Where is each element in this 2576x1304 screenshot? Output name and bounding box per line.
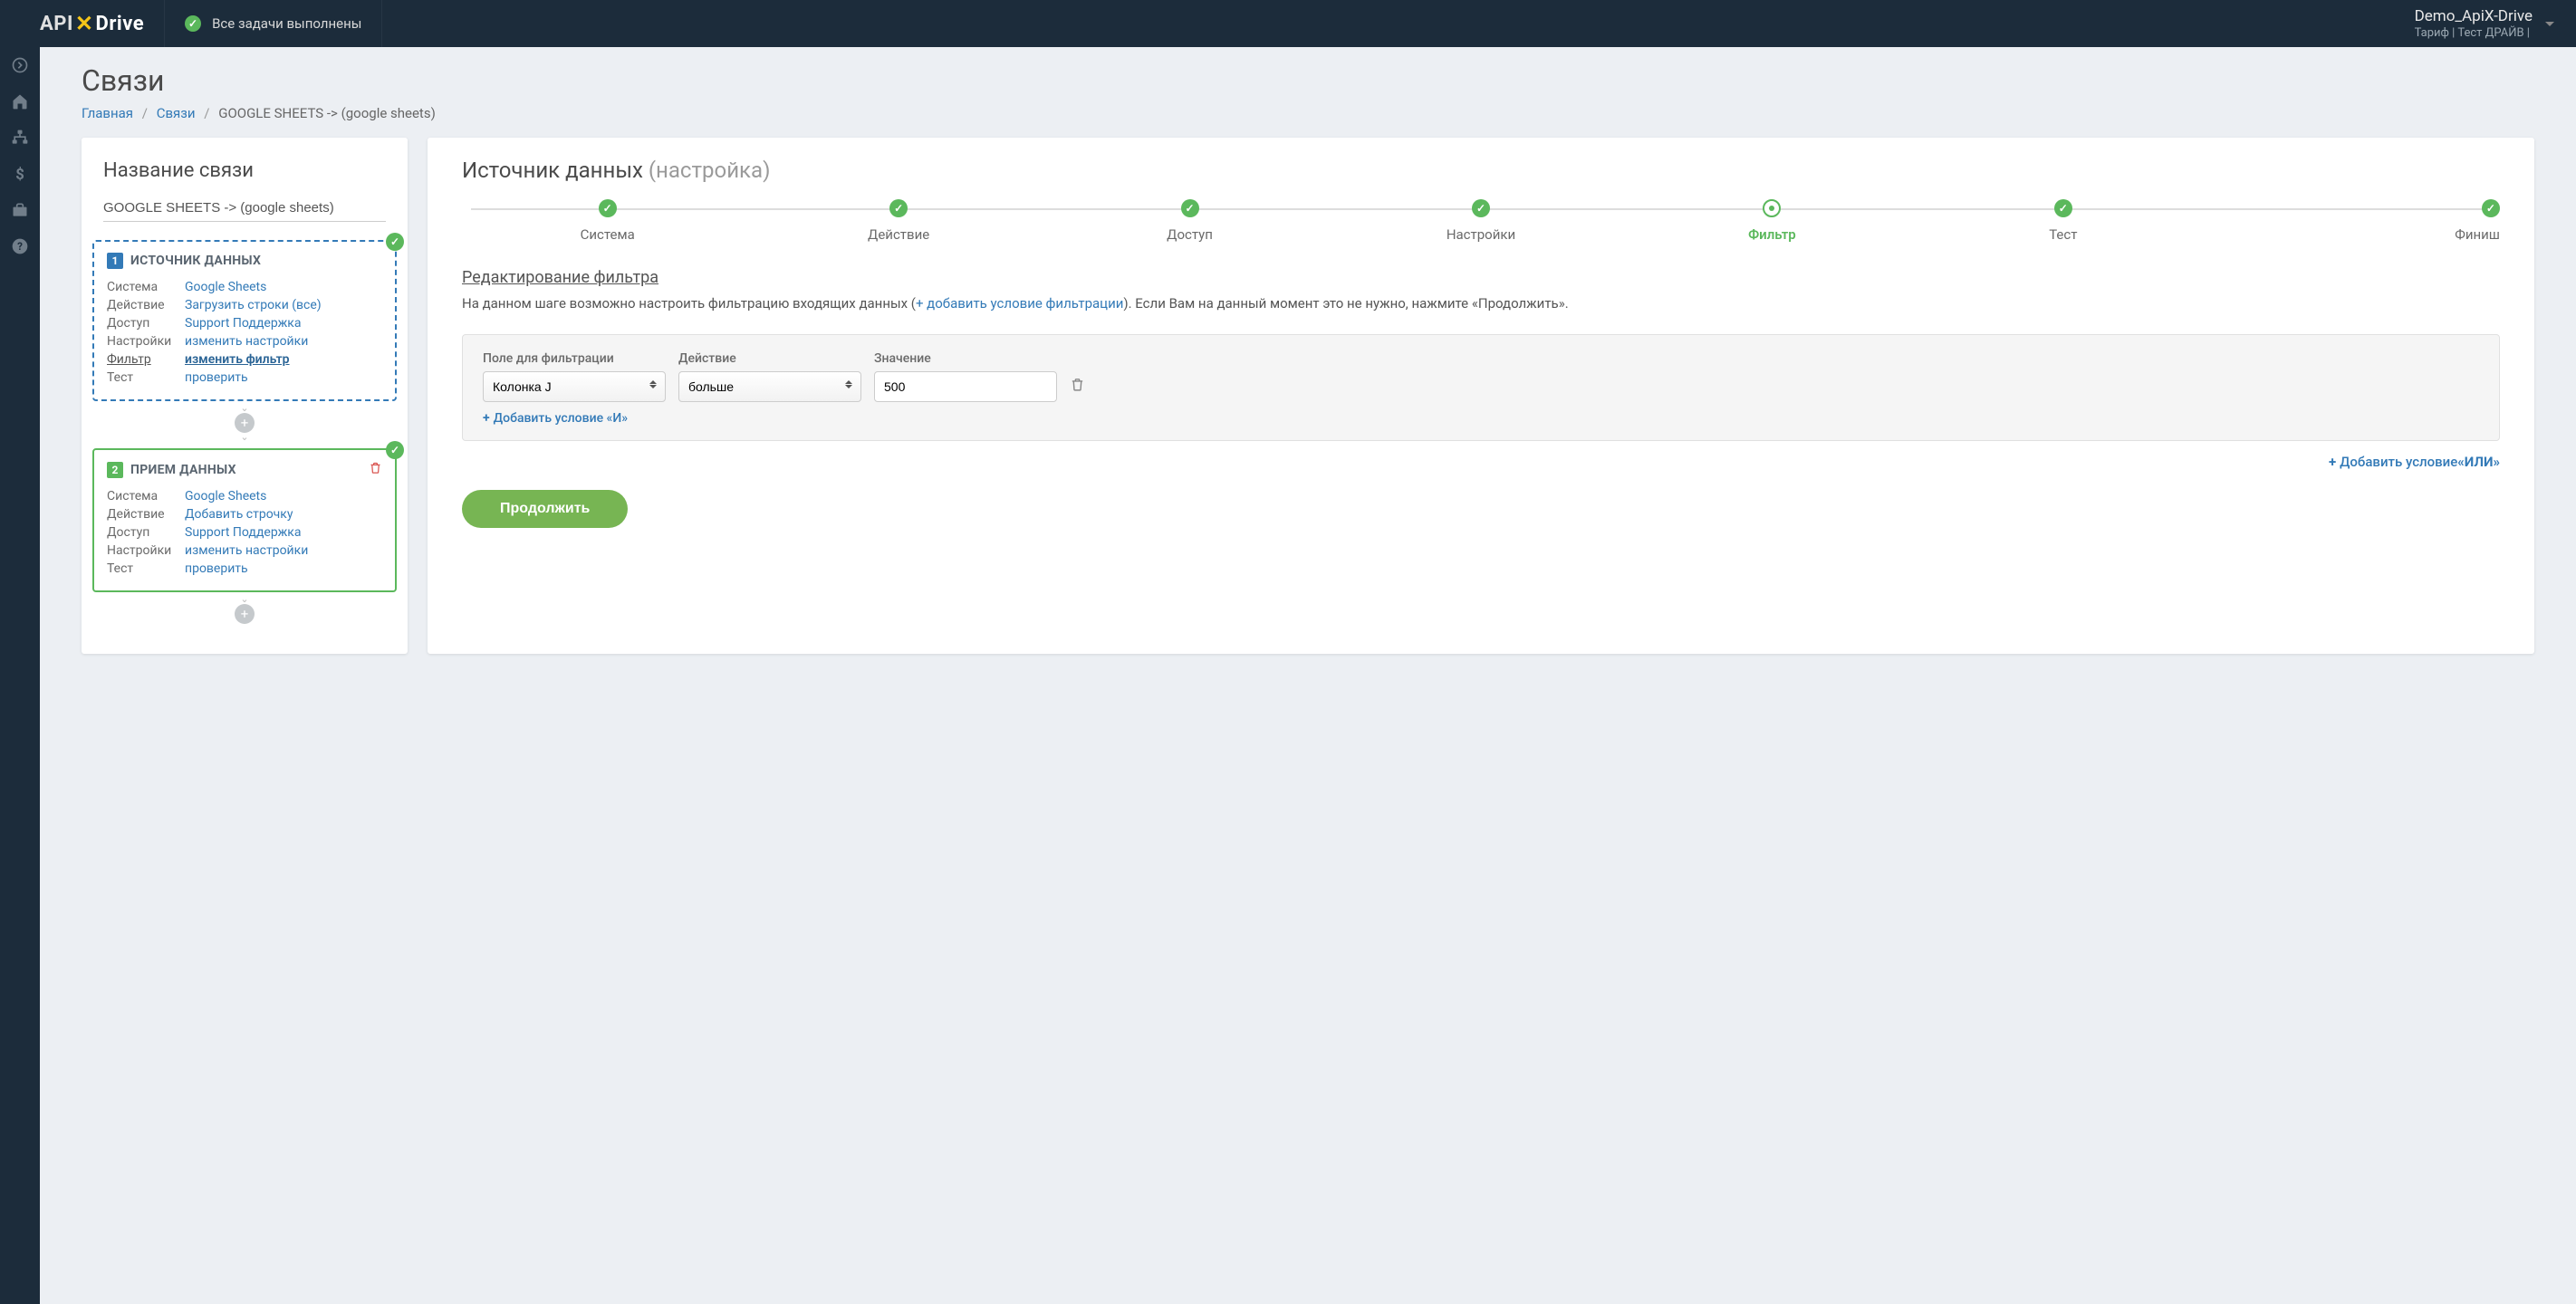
step-circle-done bbox=[889, 199, 908, 217]
add-filter-inline-link[interactable]: + добавить условие фильтрации bbox=[916, 295, 1123, 312]
connection-name-input[interactable] bbox=[103, 195, 386, 222]
destination-block-title: ПРИЕМ ДАННЫХ bbox=[130, 463, 236, 477]
tasks-status: Все задачи выполнены bbox=[164, 0, 382, 47]
step-number-2: 2 bbox=[107, 462, 123, 478]
sidebar-item-billing[interactable]: $ bbox=[0, 156, 40, 192]
dest-system-link[interactable]: Google Sheets bbox=[185, 489, 266, 503]
check-icon bbox=[386, 233, 404, 251]
progress-stepper: Система Действие Доступ Настройки Фильтр… bbox=[462, 199, 2500, 243]
source-settings-link[interactable]: изменить настройки bbox=[185, 334, 308, 349]
step-circle-current bbox=[1763, 199, 1781, 217]
sidebar: $ ? bbox=[0, 47, 40, 1304]
connector: ⌄ + ⌄ bbox=[82, 405, 408, 441]
destination-block: 2 ПРИЕМ ДАННЫХ СистемаGoogle Sheets Дейс… bbox=[92, 448, 397, 592]
dest-access-link[interactable]: Support Поддержка bbox=[185, 525, 301, 540]
add-step-button[interactable]: + bbox=[235, 413, 255, 433]
step-circle-done bbox=[599, 199, 617, 217]
source-block-title: ИСТОЧНИК ДАННЫХ bbox=[130, 254, 261, 268]
filter-value-input[interactable] bbox=[874, 371, 1057, 402]
source-system-link[interactable]: Google Sheets bbox=[185, 280, 266, 294]
logo[interactable]: API✕Drive bbox=[0, 11, 164, 36]
filter-field-select[interactable]: Колонка J bbox=[483, 371, 666, 402]
sidebar-item-briefcase[interactable] bbox=[0, 192, 40, 228]
filter-heading: Редактирование фильтра bbox=[462, 268, 2500, 287]
sidebar-item-home[interactable] bbox=[0, 83, 40, 120]
svg-text:?: ? bbox=[17, 240, 23, 253]
source-filter-link[interactable]: изменить фильтр bbox=[185, 352, 290, 367]
connector: ⌄ + bbox=[82, 596, 408, 625]
user-name: Demo_ApiX-Drive bbox=[2415, 7, 2533, 25]
connection-summary-card: Название связи 1 ИСТОЧНИК ДАННЫХ Система… bbox=[82, 138, 408, 654]
source-action-link[interactable]: Загрузить строки (все) bbox=[185, 298, 322, 312]
svg-text:$: $ bbox=[15, 167, 24, 183]
source-access-link[interactable]: Support Поддержка bbox=[185, 316, 301, 331]
step-number-1: 1 bbox=[107, 253, 123, 269]
filter-condition-box: Поле для фильтрации Колонка J Действие б… bbox=[462, 334, 2500, 441]
main-title: Источник данных (настройка) bbox=[462, 158, 2500, 183]
source-block: 1 ИСТОЧНИК ДАННЫХ СистемаGoogle Sheets Д… bbox=[92, 240, 397, 401]
delete-filter-button[interactable] bbox=[1070, 377, 1085, 402]
step-circle-done bbox=[2482, 199, 2500, 217]
delete-destination-button[interactable] bbox=[369, 461, 382, 478]
breadcrumb-links[interactable]: Связи bbox=[157, 105, 196, 121]
source-test-link[interactable]: проверить bbox=[185, 370, 248, 385]
filter-description: На данном шаге возможно настроить фильтр… bbox=[462, 294, 2500, 314]
filter-value-label: Значение bbox=[874, 351, 1057, 366]
add-or-condition-button[interactable]: +Добавить условие «ИЛИ» bbox=[2329, 454, 2500, 470]
user-tariff: Тариф | Тест ДРАЙВ | bbox=[2415, 26, 2533, 40]
dest-settings-link[interactable]: изменить настройки bbox=[185, 543, 308, 558]
step-circle-done bbox=[1181, 199, 1199, 217]
main-settings-card: Источник данных (настройка) Система Дейс… bbox=[428, 138, 2534, 654]
step-circle-done bbox=[2054, 199, 2072, 217]
filter-field-label: Поле для фильтрации bbox=[483, 351, 666, 366]
filter-action-label: Действие bbox=[678, 351, 861, 366]
tasks-status-text: Все задачи выполнены bbox=[212, 15, 361, 32]
check-icon bbox=[386, 441, 404, 459]
sidebar-item-help[interactable]: ? bbox=[0, 228, 40, 264]
chevron-down-icon: ⌄ bbox=[240, 405, 248, 412]
chevron-down-icon: ⌄ bbox=[240, 596, 248, 603]
dest-action-link[interactable]: Добавить строчку bbox=[185, 507, 293, 522]
breadcrumb-current: GOOGLE SHEETS -> (google sheets) bbox=[218, 105, 436, 121]
continue-button[interactable]: Продолжить bbox=[462, 490, 628, 528]
check-icon bbox=[185, 15, 201, 32]
top-header: API✕Drive Все задачи выполнены Demo_ApiX… bbox=[0, 0, 2576, 47]
step-circle-done bbox=[1472, 199, 1490, 217]
chevron-down-icon: ⌄ bbox=[240, 434, 248, 441]
add-and-condition-button[interactable]: +Добавить условие «И» bbox=[483, 411, 628, 426]
connection-name-label: Название связи bbox=[82, 159, 408, 182]
chevron-down-icon bbox=[2545, 22, 2554, 26]
dest-test-link[interactable]: проверить bbox=[185, 561, 248, 576]
add-step-button[interactable]: + bbox=[235, 604, 255, 624]
user-menu[interactable]: Demo_ApiX-Drive Тариф | Тест ДРАЙВ | bbox=[2415, 7, 2576, 40]
sidebar-item-expand[interactable] bbox=[0, 47, 40, 83]
breadcrumb: Главная / Связи / GOOGLE SHEETS -> (goog… bbox=[82, 105, 2534, 121]
sidebar-item-connections[interactable] bbox=[0, 120, 40, 156]
filter-action-select[interactable]: больше bbox=[678, 371, 861, 402]
page-title: Связи bbox=[82, 63, 2534, 98]
breadcrumb-home[interactable]: Главная bbox=[82, 105, 133, 121]
